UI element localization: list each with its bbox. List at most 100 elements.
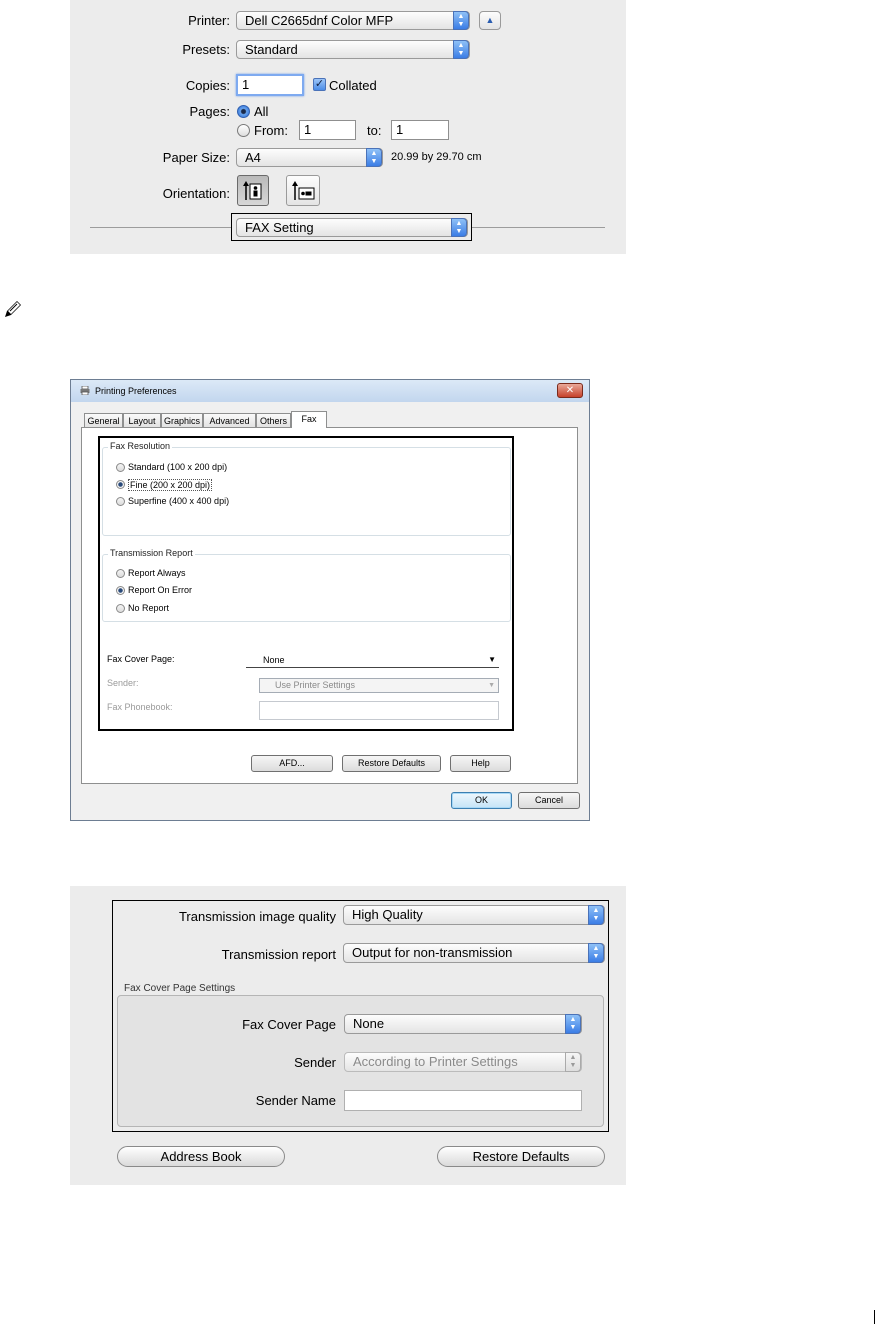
restore-defaults-button[interactable]: Restore Defaults bbox=[437, 1146, 605, 1167]
resolution-standard-label: Standard (100 x 200 dpi) bbox=[128, 462, 228, 472]
mac-print-dialog: Printer: Dell C2665dnf Color MFP ▲ ▼ ▲ Pr… bbox=[70, 0, 626, 254]
collated-label: Collated bbox=[329, 78, 377, 93]
cover-page-label: Fax Cover Page: bbox=[107, 654, 175, 664]
no-report-radio[interactable] bbox=[116, 604, 125, 613]
cover-group-title: Fax Cover Page Settings bbox=[124, 983, 236, 994]
mac-fax-settings-panel: Transmission image quality High Quality … bbox=[70, 886, 626, 1185]
sender-name-label: Sender Name bbox=[255, 1093, 336, 1108]
printer-icon bbox=[80, 385, 90, 396]
sender-label: Sender bbox=[294, 1055, 336, 1070]
printer-value: Dell C2665dnf Color MFP bbox=[245, 13, 394, 28]
popup-arrows-icon: ▲ ▼ bbox=[588, 943, 604, 963]
tab-general[interactable]: General bbox=[84, 413, 123, 427]
tab-fax[interactable]: Fax bbox=[291, 411, 327, 428]
resolution-superfine-label: Superfine (400 x 400 dpi) bbox=[128, 496, 230, 506]
pages-label: Pages: bbox=[189, 104, 230, 119]
note-pencil-icon bbox=[2, 298, 24, 320]
address-book-button[interactable]: Address Book bbox=[117, 1146, 285, 1167]
copies-label: Copies: bbox=[185, 78, 230, 93]
resolution-fine-radio[interactable] bbox=[116, 480, 125, 489]
popup-arrows-icon: ▲ ▼ bbox=[588, 905, 604, 925]
sender-value: Use Printer Settings bbox=[275, 680, 356, 690]
cover-value: None bbox=[353, 1016, 385, 1031]
popup-arrows-icon: ▲ ▼ bbox=[453, 11, 469, 30]
checkmark-icon: ✓ bbox=[314, 78, 325, 90]
collapse-triangle-icon: ▲ bbox=[485, 15, 495, 25]
disclosure-button[interactable]: ▲ bbox=[479, 11, 501, 30]
dialog-title: Printing Preferences bbox=[95, 386, 177, 396]
report-label: Transmission report bbox=[221, 947, 336, 962]
resolution-standard-radio[interactable] bbox=[116, 463, 125, 472]
pages-all-radio[interactable] bbox=[237, 105, 250, 118]
presets-value: Standard bbox=[245, 42, 298, 57]
sender-label: Sender: bbox=[107, 678, 139, 688]
tab-layout[interactable]: Layout bbox=[123, 413, 161, 427]
collated-checkbox[interactable]: ✓ bbox=[313, 78, 326, 91]
close-button[interactable]: ✕ bbox=[557, 383, 583, 398]
sender-value: According to Printer Settings bbox=[353, 1054, 518, 1069]
help-button[interactable]: Help bbox=[450, 755, 511, 772]
paper-size-label: Paper Size: bbox=[162, 150, 230, 165]
orientation-label: Orientation: bbox=[162, 186, 230, 201]
report-popup[interactable]: Output for non-transmission ▲ ▼ bbox=[343, 943, 605, 963]
cover-popup[interactable]: None ▲ ▼ bbox=[344, 1014, 582, 1034]
section-value: FAX Setting bbox=[245, 220, 314, 235]
presets-label: Presets: bbox=[182, 42, 230, 57]
popup-arrows-icon: ▲ ▼ bbox=[565, 1014, 581, 1034]
portrait-orientation-icon bbox=[243, 181, 262, 200]
report-always-label: Report Always bbox=[128, 568, 186, 578]
popup-arrows-icon: ▲ ▼ bbox=[451, 218, 467, 237]
afd-button[interactable]: AFD... bbox=[251, 755, 333, 772]
section-popup[interactable]: FAX Setting ▲ ▼ bbox=[236, 218, 468, 237]
title-bar: Printing Preferences ✕ bbox=[71, 380, 589, 402]
pages-from-label: From: bbox=[254, 123, 288, 138]
phonebook-field bbox=[259, 701, 499, 720]
printer-popup[interactable]: Dell C2665dnf Color MFP ▲ ▼ bbox=[236, 11, 470, 30]
paper-dimensions: 20.99 by 29.70 cm bbox=[391, 151, 482, 163]
pages-from-radio[interactable] bbox=[237, 124, 250, 137]
report-always-radio[interactable] bbox=[116, 569, 125, 578]
popup-arrows-icon: ▲ ▼ bbox=[565, 1052, 581, 1072]
presets-popup[interactable]: Standard ▲ ▼ bbox=[236, 40, 470, 59]
landscape-orientation-icon bbox=[292, 181, 315, 200]
ok-button[interactable]: OK bbox=[451, 792, 512, 809]
cover-page-group: Fax Cover Page None ▲ ▼ Sender According … bbox=[117, 995, 604, 1127]
phonebook-label: Fax Phonebook: bbox=[107, 702, 173, 712]
fax-resolution-group: Fax Resolution bbox=[102, 441, 511, 536]
tab-others[interactable]: Others bbox=[256, 413, 291, 427]
fax-tab-page: Fax Resolution Standard (100 x 200 dpi) … bbox=[81, 427, 578, 784]
landscape-button[interactable] bbox=[286, 175, 320, 206]
tab-advanced[interactable]: Advanced bbox=[203, 413, 256, 427]
paper-size-popup[interactable]: A4 ▲ ▼ bbox=[236, 148, 383, 167]
quality-label: Transmission image quality bbox=[178, 909, 336, 924]
restore-defaults-button[interactable]: Restore Defaults bbox=[342, 755, 441, 772]
sender-popup: According to Printer Settings ▲ ▼ bbox=[344, 1052, 582, 1072]
cover-label: Fax Cover Page bbox=[242, 1017, 336, 1032]
dropdown-arrow-icon: ▼ bbox=[488, 682, 495, 689]
pages-to-label: to: bbox=[367, 123, 382, 138]
resolution-superfine-radio[interactable] bbox=[116, 497, 125, 506]
cover-page-combo[interactable]: None ▼ bbox=[246, 653, 499, 668]
quality-popup[interactable]: High Quality ▲ ▼ bbox=[343, 905, 605, 925]
popup-arrows-icon: ▲ ▼ bbox=[453, 40, 469, 59]
pages-all-label: All bbox=[254, 104, 269, 119]
report-on-error-radio[interactable] bbox=[116, 586, 125, 595]
cancel-button[interactable]: Cancel bbox=[518, 792, 580, 809]
paper-size-value: A4 bbox=[245, 150, 261, 165]
printing-preferences-dialog: Printing Preferences ✕ General Layout Gr… bbox=[70, 379, 590, 821]
sender-name-field[interactable] bbox=[344, 1090, 582, 1111]
popup-arrows-icon: ▲ ▼ bbox=[366, 148, 382, 167]
close-icon: ✕ bbox=[565, 385, 575, 396]
printer-label: Printer: bbox=[188, 13, 230, 28]
report-value: Output for non-transmission bbox=[352, 945, 513, 960]
to-field[interactable]: 1 bbox=[391, 120, 449, 140]
from-field[interactable]: 1 bbox=[299, 120, 356, 140]
copies-field[interactable]: 1 bbox=[236, 74, 304, 96]
report-on-error-label: Report On Error bbox=[128, 585, 193, 595]
tab-graphics[interactable]: Graphics bbox=[161, 413, 203, 427]
no-report-label: No Report bbox=[128, 603, 170, 613]
portrait-button[interactable] bbox=[237, 175, 269, 206]
quality-value: High Quality bbox=[352, 907, 423, 922]
page-margin-bar bbox=[874, 1310, 875, 1324]
group-title: Transmission Report bbox=[108, 548, 195, 558]
